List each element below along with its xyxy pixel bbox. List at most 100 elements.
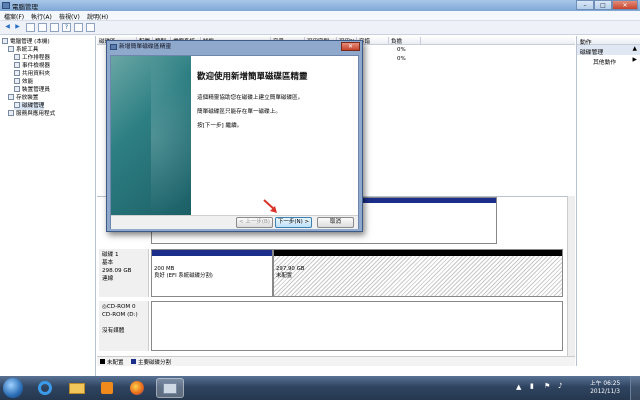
actions-pane: 動作 磁碟管理 ▲ 其他動作 ▶ <box>576 36 640 366</box>
red-arrow-annotation <box>263 199 277 213</box>
taskbar-firefox-icon[interactable] <box>124 378 150 398</box>
collapse-arrow-icon[interactable]: ▲ <box>633 46 637 52</box>
minimize-button[interactable]: – <box>576 0 594 10</box>
actions-more[interactable]: 其他動作 ▶ <box>577 55 640 66</box>
computer-management-icon <box>2 2 10 9</box>
unallocated-partition[interactable]: 297.90 GB 未配置 <box>273 249 563 297</box>
menu-view[interactable]: 檢視(V) <box>59 12 80 21</box>
tree-item-event-viewer[interactable]: 事件檢視器 <box>14 62 50 70</box>
tree-item-storage[interactable]: 存放裝置 <box>8 94 38 102</box>
tools-icon <box>8 46 14 52</box>
back-arrow-icon[interactable]: ◀ <box>3 23 12 32</box>
show-hidden-icons-icon[interactable]: ▲ <box>516 383 521 391</box>
disk-1-size: 298.09 GB <box>102 268 132 274</box>
tree-item-task-scheduler[interactable]: 工作排程器 <box>14 54 50 62</box>
wizard-text-line-3: 按[下一步] 繼續。 <box>197 123 243 129</box>
menu-bar: 檔案(F) 執行(A) 檢視(V) 說明(H) <box>0 11 640 21</box>
wizard-side-banner <box>111 56 211 216</box>
dialog-body: 歡迎使用新增簡單磁碟區精靈 這個精靈協助您在磁碟上建立簡單磁碟區。 簡單磁碟區只… <box>110 55 359 229</box>
unallocated-desc: 未配置 <box>276 273 293 279</box>
dialog-close-button[interactable]: ✕ <box>341 42 360 51</box>
efi-partition-desc: 良好 (EFI 系統磁碟分割) <box>154 273 213 279</box>
clock-date: 2012/11/3 <box>590 389 620 395</box>
legend-unallocated-swatch <box>100 359 105 364</box>
wizard-text-line-1: 這個精靈協助您在磁碟上建立簡單磁碟區。 <box>197 95 304 101</box>
taskbar-computer-management-icon[interactable] <box>156 378 184 398</box>
computer-icon <box>2 38 8 44</box>
wizard-icon <box>110 44 117 50</box>
navigation-tree: 電腦管理 (本機) 系統工具 工作排程器 事件檢視器 共用資料夾 效能 裝置管理… <box>0 36 96 376</box>
disk-1-status: 連線 <box>102 276 114 282</box>
network-icon[interactable]: ▮ <box>530 382 534 390</box>
taskbar-explorer-icon[interactable] <box>64 378 90 398</box>
more-arrow-icon: ▶ <box>632 57 637 63</box>
cdrom-area[interactable] <box>151 301 563 351</box>
cdrom-type: CD-ROM (D:) <box>102 312 138 318</box>
menu-help[interactable]: 說明(H) <box>87 12 108 21</box>
unallocated-size: 297.90 GB <box>276 266 305 272</box>
device-icon <box>14 86 20 92</box>
legend-unallocated-label: 未配置 <box>107 360 124 366</box>
actions-header: 動作 <box>577 36 640 46</box>
performance-icon <box>14 78 20 84</box>
disk-icon <box>14 102 20 108</box>
console-tree-icon[interactable] <box>38 23 47 32</box>
clock[interactable]: 上午 06:25 2012/11/3 <box>590 380 620 396</box>
taskbar-ie-icon[interactable] <box>32 378 58 398</box>
disk-1-name: 磁碟 1 <box>102 252 119 258</box>
tree-item-services-applications[interactable]: 服務與應用程式 <box>8 110 55 118</box>
efi-partition-size: 200 MB <box>154 266 175 272</box>
disk-1-type: 基本 <box>102 260 114 266</box>
taskbar-media-player-icon[interactable] <box>94 378 120 398</box>
tree-item-computer-management[interactable]: 電腦管理 (本機) <box>2 38 50 46</box>
disk-1-label[interactable]: 磁碟 1 基本 298.09 GB 連線 <box>99 249 149 297</box>
column-overhead[interactable]: 負擔 <box>389 37 421 45</box>
clock-icon <box>14 54 20 60</box>
start-button[interactable] <box>3 378 23 398</box>
dialog-title: 新增簡單磁碟區精靈 <box>119 44 172 50</box>
show-desktop-button[interactable] <box>630 376 640 400</box>
next-button[interactable]: 下一步(N) > <box>275 217 312 228</box>
new-simple-volume-wizard: 新增簡單磁碟區精靈 ✕ 歡迎使用新增簡單磁碟區精靈 這個精靈協助您在磁碟上建立簡… <box>106 40 363 232</box>
wizard-text-line-2: 簡單磁碟區只能存在單一磁碟上。 <box>197 109 281 115</box>
flag-icon[interactable]: ⚑ <box>544 382 550 390</box>
table-cell-overhead: 0% <box>397 56 406 62</box>
refresh-icon[interactable] <box>86 23 95 32</box>
event-icon <box>14 62 20 68</box>
maximize-button[interactable]: □ <box>594 0 612 10</box>
tree-item-performance[interactable]: 效能 <box>14 78 33 86</box>
forward-arrow-icon[interactable]: ▶ <box>13 23 22 32</box>
dialog-button-bar: < 上一步(B) 下一步(N) > 取消 <box>111 215 358 229</box>
legend-primary-swatch <box>131 359 136 364</box>
folder-icon <box>14 70 20 76</box>
help-icon[interactable]: ? <box>62 23 71 32</box>
legend: 未配置 主要磁碟分割 <box>97 356 575 366</box>
storage-icon <box>8 94 14 100</box>
cdrom-name: ◎CD-ROM 0 <box>102 304 136 310</box>
efi-partition[interactable]: 200 MB 良好 (EFI 系統磁碟分割) <box>151 249 273 297</box>
properties-icon[interactable] <box>50 23 59 32</box>
table-cell-overhead: 0% <box>397 47 406 53</box>
tree-item-device-manager[interactable]: 裝置管理員 <box>14 86 50 94</box>
menu-action[interactable]: 執行(A) <box>31 12 52 21</box>
view-icon[interactable] <box>74 23 83 32</box>
window-titlebar: 電腦管理 – □ ✕ <box>0 0 640 11</box>
tree-item-system-tools[interactable]: 系統工具 <box>8 46 38 54</box>
cancel-button[interactable]: 取消 <box>317 217 354 228</box>
clock-time: 上午 06:25 <box>590 381 621 387</box>
wizard-heading: 歡迎使用新增簡單磁碟區精靈 <box>197 72 308 82</box>
close-button[interactable]: ✕ <box>612 0 638 10</box>
actions-section-disk-management[interactable]: 磁碟管理 ▲ <box>577 45 640 56</box>
services-icon <box>8 110 14 116</box>
cdrom-status: 沒有媒體 <box>102 328 125 334</box>
legend-primary-label: 主要磁碟分割 <box>138 360 172 366</box>
tree-item-shared-folders[interactable]: 共用資料夾 <box>14 70 50 78</box>
menu-file[interactable]: 檔案(F) <box>4 12 24 21</box>
up-folder-icon[interactable] <box>26 23 35 32</box>
back-button[interactable]: < 上一步(B) <box>236 217 273 228</box>
tree-item-disk-management[interactable]: 磁碟管理 <box>14 102 45 110</box>
volume-icon[interactable]: ♪ <box>558 382 562 390</box>
cdrom-label[interactable]: ◎CD-ROM 0 CD-ROM (D:) 沒有媒體 <box>99 301 149 351</box>
window-title: 電腦管理 <box>12 3 38 11</box>
disk-view-scrollbar[interactable] <box>567 196 575 356</box>
